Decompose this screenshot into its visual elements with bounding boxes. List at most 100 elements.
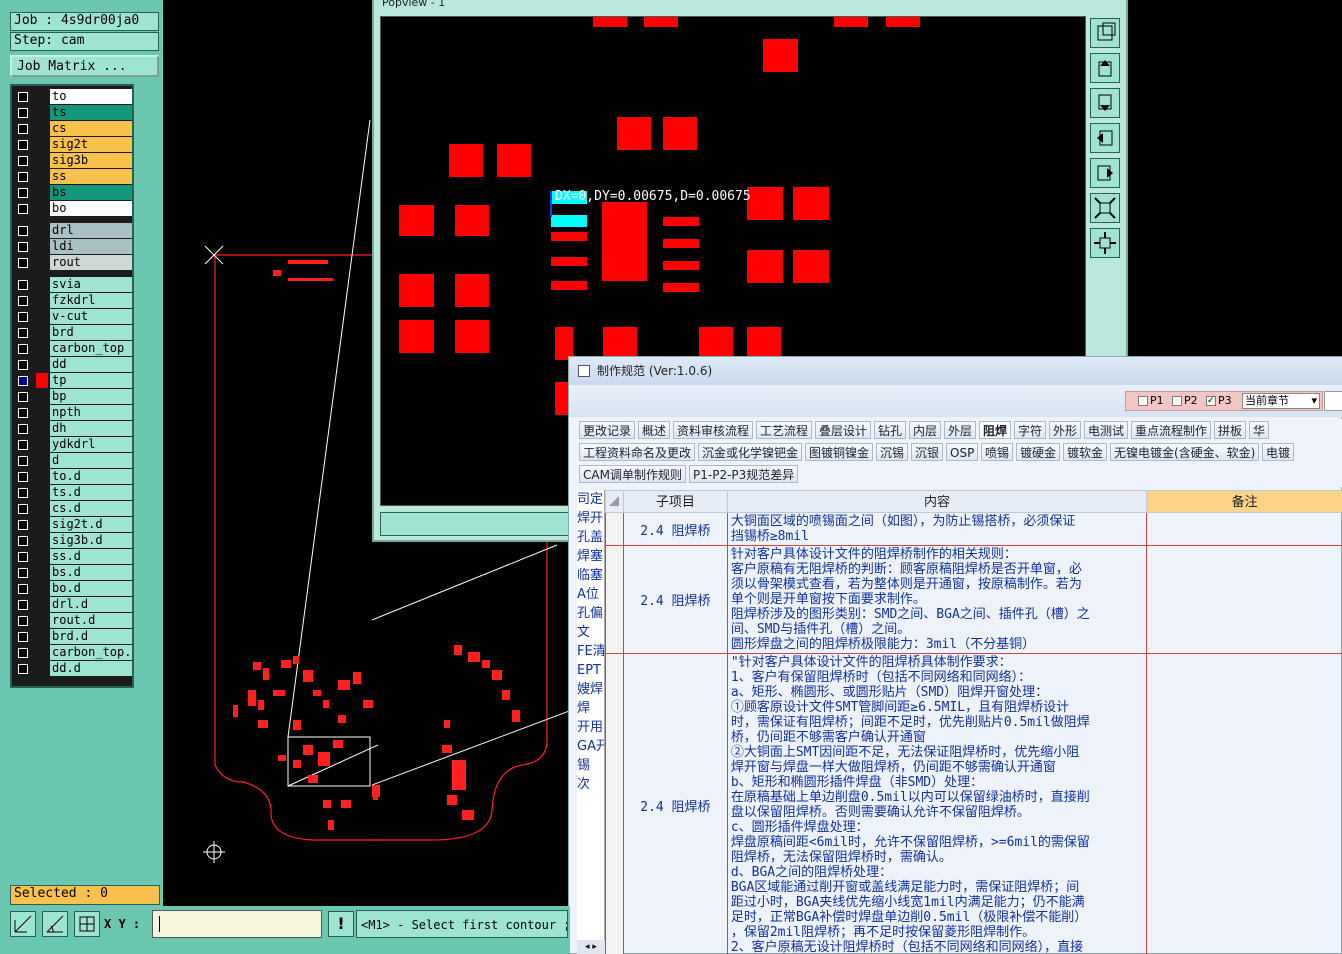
layer-row-npth[interactable]: npth [14, 405, 132, 420]
layer-checkbox[interactable] [18, 172, 28, 182]
snap-tool-button[interactable] [10, 911, 36, 937]
left-list-item[interactable]: EPT [577, 661, 604, 680]
layer-checkbox[interactable] [18, 456, 28, 466]
left-list-item[interactable]: 文 [577, 623, 604, 642]
spec-tab[interactable]: 概述 [638, 421, 671, 439]
p3-checkbox[interactable]: ✓ [1206, 396, 1216, 406]
spec-tab[interactable]: 重点流程制作 [1131, 421, 1212, 439]
layer-row-rout[interactable]: rout [14, 255, 132, 270]
spec-tab[interactable]: 喷锡 [981, 443, 1014, 461]
layer-checkbox[interactable] [18, 600, 28, 610]
spec-tab[interactable]: 叠层设计 [815, 421, 872, 439]
layer-row-ts-d[interactable]: ts.d [14, 485, 132, 500]
spec-tab[interactable]: 无镍电镀金(含硬金、软金) [1110, 443, 1260, 461]
layer-name[interactable]: dd [50, 357, 132, 372]
angle-tool-button[interactable] [42, 911, 68, 937]
strip-scroll-arrows[interactable]: ◂ ▸ [577, 940, 605, 954]
layer-name[interactable]: ss.d [50, 549, 132, 564]
spec-tab[interactable]: 钻孔 [874, 421, 907, 439]
left-list-item[interactable]: 次 [577, 775, 604, 794]
zoom-in-button[interactable] [1090, 228, 1120, 258]
layer-row-ss[interactable]: ss [14, 169, 132, 184]
layer-row-carbon-top[interactable]: carbon_top [14, 341, 132, 356]
layer-name[interactable]: sig3b.d [50, 533, 132, 548]
spec-tab[interactable]: 字符 [1014, 421, 1047, 439]
layer-checkbox[interactable] [18, 344, 28, 354]
layer-name[interactable]: brd [50, 325, 132, 340]
left-list-item[interactable]: 司定 [577, 490, 604, 509]
layer-name[interactable]: bo [50, 201, 132, 216]
layer-row-dd[interactable]: dd [14, 357, 132, 372]
layer-row-bs-d[interactable]: bs.d [14, 565, 132, 580]
layer-checkbox[interactable] [18, 648, 28, 658]
spec-tab[interactable]: 沉锡 [876, 443, 909, 461]
scope-select[interactable]: 当前章节 ▾ [1242, 393, 1320, 409]
layer-checkbox[interactable] [18, 408, 28, 418]
spec-tab[interactable]: 阻焊 [979, 421, 1012, 439]
left-list-item[interactable]: 开用 [577, 718, 604, 737]
layer-row-d[interactable]: d [14, 453, 132, 468]
layer-name[interactable]: v-cut [50, 309, 132, 324]
grid-tool-button[interactable] [74, 911, 100, 937]
layer-name[interactable]: carbon_top.d [50, 645, 132, 660]
layer-name[interactable]: sig3b [50, 153, 132, 168]
layer-checkbox[interactable] [18, 92, 28, 102]
layer-row-dh[interactable]: dh [14, 421, 132, 436]
spec-tab[interactable]: 更改记录 [579, 421, 636, 439]
left-list-item[interactable]: 焊开 [577, 509, 604, 528]
layer-name[interactable]: cs.d [50, 501, 132, 516]
layer-name[interactable]: sig2t.d [50, 517, 132, 532]
layer-name[interactable]: ydkdrl [50, 437, 132, 452]
layer-checkbox[interactable] [18, 204, 28, 214]
layer-row-cs[interactable]: cs [14, 121, 132, 136]
layer-name[interactable]: dd.d [50, 661, 132, 676]
layer-row-drl-d[interactable]: drl.d [14, 597, 132, 612]
layer-checkbox[interactable] [18, 296, 28, 306]
spec-tab[interactable]: 外形 [1049, 421, 1082, 439]
job-matrix-button[interactable]: Job Matrix ... [10, 55, 159, 77]
layer-checkbox[interactable] [18, 584, 28, 594]
spec-tab[interactable]: 外层 [944, 421, 977, 439]
layer-row-sig2t[interactable]: sig2t [14, 137, 132, 152]
spec-tab[interactable]: 工艺流程 [756, 421, 813, 439]
layer-row-brd-d[interactable]: brd.d [14, 629, 132, 644]
layer-row-fzkdrl[interactable]: fzkdrl [14, 293, 132, 308]
layer-row-ldi[interactable]: ldi [14, 239, 132, 254]
layer-checkbox[interactable] [18, 242, 28, 252]
layer-row-tp[interactable]: tp [14, 373, 132, 388]
layer-name[interactable]: tp [50, 373, 132, 388]
spec-tab[interactable]: 沉金或化学镍钯金 [698, 443, 803, 461]
layer-name[interactable]: bs [50, 185, 132, 200]
row-header[interactable] [605, 545, 624, 654]
layer-checkbox[interactable] [18, 226, 28, 236]
layer-checkbox[interactable] [18, 108, 28, 118]
layer-checkbox[interactable] [18, 124, 28, 134]
layer-checkbox[interactable] [18, 472, 28, 482]
layer-checkbox[interactable] [18, 258, 28, 268]
layer-name[interactable]: ss [50, 169, 132, 184]
layer-checkbox[interactable] [18, 552, 28, 562]
pan-left-button[interactable] [1090, 123, 1120, 153]
left-list-item[interactable]: 焊 [577, 699, 604, 718]
spec-tab[interactable]: 电测试 [1084, 421, 1129, 439]
layer-checkbox[interactable] [18, 312, 28, 322]
left-list-item[interactable]: FE清 [577, 642, 604, 661]
pan-right-button[interactable] [1090, 158, 1120, 188]
header-content[interactable]: 内容 [726, 490, 1148, 513]
layer-row-ts[interactable]: ts [14, 105, 132, 120]
layer-name[interactable]: to [50, 89, 132, 104]
left-list-item[interactable]: 锡 [577, 756, 604, 775]
layer-name[interactable]: drl.d [50, 597, 132, 612]
spec-tab[interactable]: CAM调单制作规则 [579, 465, 686, 483]
layer-checkbox[interactable] [18, 376, 28, 386]
layer-checkbox[interactable] [18, 616, 28, 626]
spec-tab[interactable]: 图镀铜镍金 [805, 443, 874, 461]
layer-checkbox[interactable] [18, 664, 28, 674]
layer-name[interactable]: carbon_top [50, 341, 132, 356]
layer-row-cs-d[interactable]: cs.d [14, 501, 132, 516]
layer-row-carbon-top-d[interactable]: carbon_top.d [14, 645, 132, 660]
left-list-item[interactable]: 嫂焊 [577, 680, 604, 699]
left-list-item[interactable]: 孔偏 [577, 604, 604, 623]
layer-scrollbar[interactable] [134, 84, 161, 688]
layer-checkbox[interactable] [18, 188, 28, 198]
